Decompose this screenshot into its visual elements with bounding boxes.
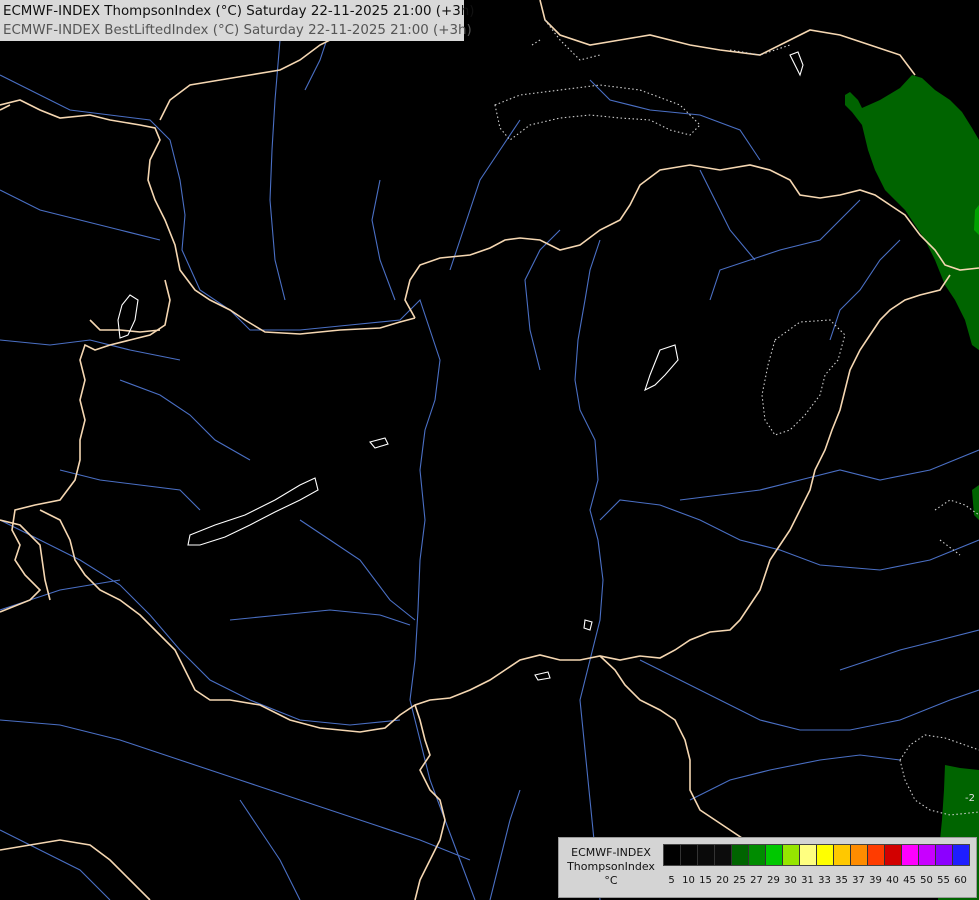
lake-balaton bbox=[187, 477, 319, 546]
contour-value-label: -2 bbox=[965, 793, 975, 804]
legend-tick: 45 bbox=[903, 875, 916, 886]
legend-tick: 5 bbox=[668, 875, 675, 886]
legend-ticks: 5 10 15 20 25 27 29 30 31 33 35 37 39 40 45 50 55 60 bbox=[663, 875, 969, 886]
legend-tick: 27 bbox=[750, 875, 763, 886]
legend-label: ECMWF-INDEX ThompsonIndex °C bbox=[561, 846, 661, 888]
weather-map bbox=[0, 0, 979, 900]
legend-tick: 29 bbox=[767, 875, 780, 886]
lake-small-serbia bbox=[534, 671, 551, 681]
river-zala bbox=[59, 469, 201, 511]
legend-tick: 39 bbox=[869, 875, 882, 886]
legend-swatch bbox=[902, 845, 919, 865]
border-czech-slovakia-austria bbox=[0, 99, 416, 335]
river-vah bbox=[371, 179, 396, 301]
river-hron bbox=[449, 119, 521, 271]
river-west-a bbox=[0, 189, 161, 241]
legend-swatch bbox=[715, 845, 732, 865]
legend-tick: 15 bbox=[699, 875, 712, 886]
country-borders bbox=[0, 0, 979, 900]
lake-velence bbox=[369, 437, 389, 449]
river-kapos bbox=[229, 609, 411, 626]
river-mures bbox=[599, 499, 979, 571]
legend-tick: 55 bbox=[937, 875, 950, 886]
border-croatia-bosnia bbox=[414, 704, 446, 900]
legend-parameter: ThompsonIndex bbox=[567, 860, 655, 873]
legend-swatch bbox=[936, 845, 953, 865]
river-southeast bbox=[689, 754, 901, 801]
river-timis bbox=[639, 659, 979, 731]
river-sio bbox=[299, 519, 416, 621]
legend-tick: 33 bbox=[818, 875, 831, 886]
river-raba bbox=[119, 379, 251, 461]
legend-swatch bbox=[664, 845, 681, 865]
legend-swatch bbox=[885, 845, 902, 865]
contour-east-edge bbox=[934, 499, 979, 556]
legend-tick: 60 bbox=[954, 875, 967, 886]
legend-swatch bbox=[800, 845, 817, 865]
legend-swatch bbox=[834, 845, 851, 865]
map-title: ECMWF-INDEX ThompsonIndex (°C) Saturday … bbox=[0, 0, 475, 41]
green-area-northeast bbox=[845, 75, 979, 350]
legend-tick: 20 bbox=[716, 875, 729, 886]
legend-tick: 50 bbox=[920, 875, 933, 886]
contour-north bbox=[494, 84, 701, 141]
legend-tick: 31 bbox=[801, 875, 814, 886]
contour-northwest bbox=[531, 39, 541, 46]
legend-tick: 35 bbox=[835, 875, 848, 886]
border-southwest bbox=[0, 839, 151, 900]
lake-tisza bbox=[644, 344, 679, 392]
legend-unit: °C bbox=[604, 874, 618, 887]
legend-tick: 37 bbox=[852, 875, 865, 886]
legend-swatch bbox=[732, 845, 749, 865]
title-best-lifted-index: ECMWF-INDEX BestLiftedIndex (°C) Saturda… bbox=[3, 23, 472, 38]
legend-tick: 25 bbox=[733, 875, 746, 886]
rivers bbox=[0, 0, 979, 900]
legend-swatch bbox=[766, 845, 783, 865]
river-ipel bbox=[524, 229, 561, 371]
river-sava bbox=[0, 719, 471, 861]
river-north-b bbox=[589, 79, 761, 161]
river-somes bbox=[679, 449, 979, 501]
lake-small-south bbox=[583, 619, 593, 631]
legend-swatch bbox=[851, 845, 868, 865]
legend-tick: 40 bbox=[886, 875, 899, 886]
legend-tick: 30 bbox=[784, 875, 797, 886]
legend-model: ECMWF-INDEX bbox=[571, 846, 651, 859]
legend-swatch bbox=[953, 845, 969, 865]
legend-swatch bbox=[868, 845, 885, 865]
border-serbia-romania bbox=[599, 655, 761, 846]
color-legend: ECMWF-INDEX ThompsonIndex °C 5 10 15 20 25 27… bbox=[558, 837, 977, 898]
legend-tick: 10 bbox=[682, 875, 695, 886]
river-morava bbox=[269, 39, 286, 301]
legend-swatch bbox=[817, 845, 834, 865]
legend-swatch bbox=[919, 845, 936, 865]
thompson-index-fill bbox=[845, 75, 979, 900]
river-south-a bbox=[239, 799, 301, 900]
river-west-b bbox=[0, 339, 181, 361]
title-thompson-index: ECMWF-INDEX ThompsonIndex (°C) Saturday … bbox=[3, 4, 475, 19]
border-hungary-croatia bbox=[39, 274, 951, 733]
river-danube bbox=[0, 74, 476, 900]
green-area-east-edge bbox=[972, 485, 979, 520]
legend-swatch bbox=[783, 845, 800, 865]
border-hungary-west bbox=[0, 279, 171, 613]
legend-swatch bbox=[749, 845, 766, 865]
legend-swatch bbox=[681, 845, 698, 865]
contour-east-oval bbox=[761, 319, 846, 436]
lakes bbox=[117, 51, 804, 681]
river-drina bbox=[489, 789, 521, 900]
legend-swatch bbox=[698, 845, 715, 865]
lake-north bbox=[789, 51, 804, 77]
river-olt bbox=[839, 629, 979, 671]
border-austria-west bbox=[89, 319, 161, 333]
legend-swatches bbox=[663, 844, 970, 866]
river-bodrog bbox=[699, 169, 756, 261]
river-tisza bbox=[574, 239, 604, 900]
river-northeast bbox=[709, 199, 861, 301]
river-east-a bbox=[829, 239, 901, 341]
